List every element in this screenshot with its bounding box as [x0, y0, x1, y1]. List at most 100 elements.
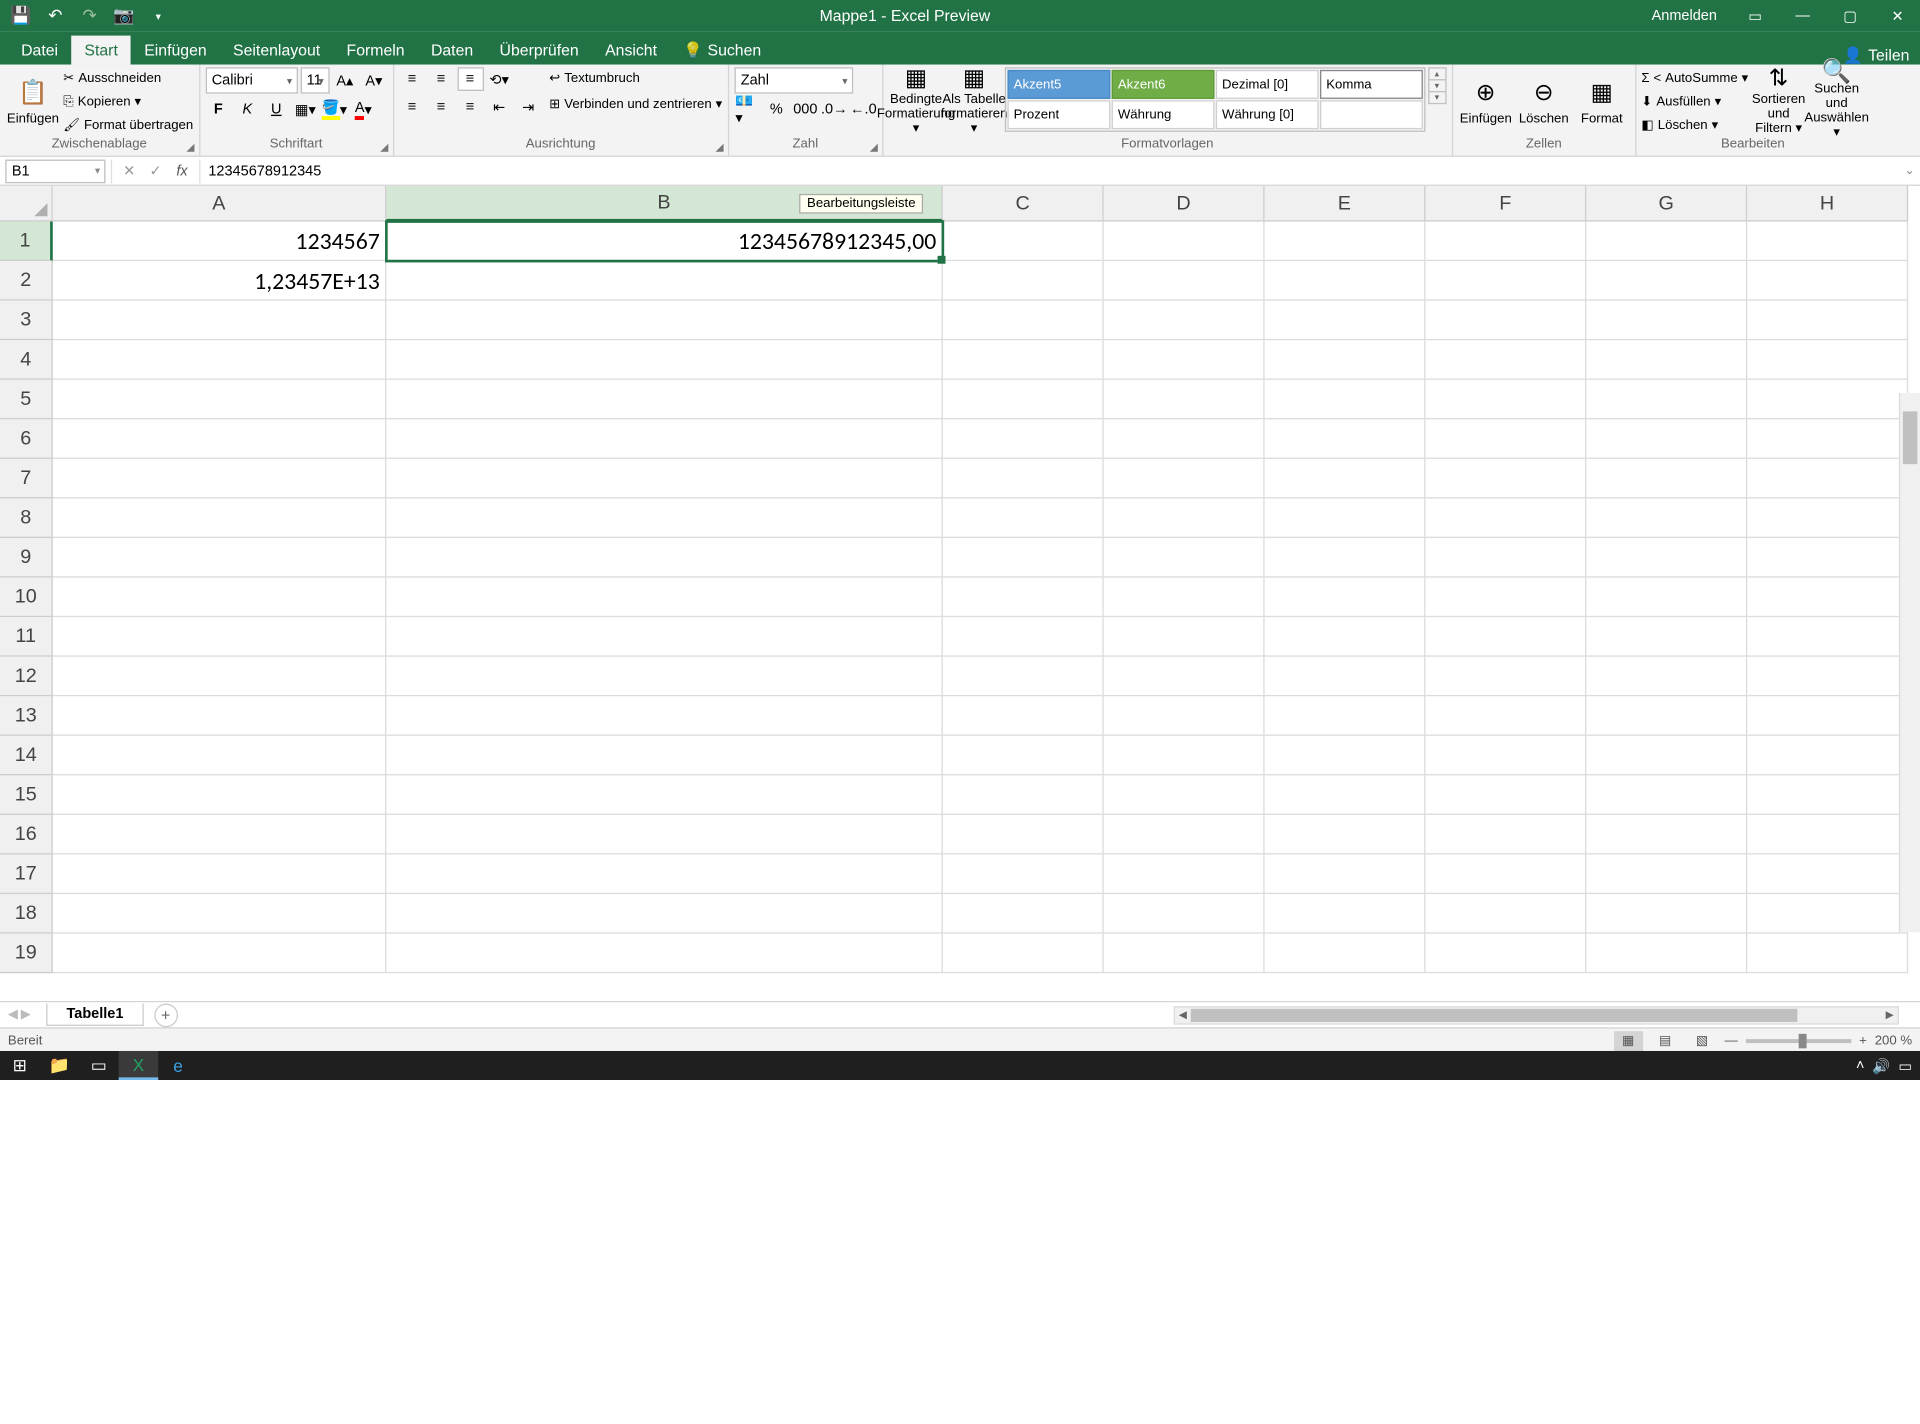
cell[interactable]	[53, 301, 387, 341]
row-header[interactable]: 19	[0, 934, 53, 974]
normal-view-icon[interactable]: ▦	[1614, 1031, 1643, 1052]
cell[interactable]	[386, 894, 942, 934]
border-icon[interactable]: ▦▾	[292, 98, 318, 122]
style-dezimal0[interactable]: Dezimal [0]	[1215, 70, 1318, 99]
column-header[interactable]: H	[1747, 186, 1908, 222]
cell[interactable]	[1104, 419, 1265, 459]
row-header[interactable]: 10	[0, 578, 53, 618]
cell[interactable]	[53, 657, 387, 697]
format-as-table-button[interactable]: ▦ Als Tabelleformatieren ▾	[946, 67, 1001, 136]
style-prozent[interactable]: Prozent	[1007, 100, 1110, 129]
decrease-font-icon[interactable]: A▾	[361, 69, 387, 93]
cell[interactable]	[1104, 657, 1265, 697]
row-header[interactable]: 4	[0, 340, 53, 380]
cell[interactable]	[1425, 538, 1586, 578]
volume-icon[interactable]: 🔊	[1872, 1057, 1890, 1074]
cell[interactable]	[1265, 261, 1426, 301]
scroll-right-icon[interactable]: ▶	[1882, 1007, 1898, 1023]
redo-icon[interactable]: ↷	[76, 3, 102, 29]
cell[interactable]	[1265, 894, 1426, 934]
cell[interactable]	[53, 498, 387, 538]
column-header[interactable]: E	[1265, 186, 1426, 222]
cell[interactable]	[53, 538, 387, 578]
align-left-icon[interactable]: ≡	[399, 95, 425, 119]
decrease-indent-icon[interactable]: ⇤	[486, 95, 512, 119]
cell[interactable]	[943, 538, 1104, 578]
cell[interactable]	[1425, 498, 1586, 538]
font-name-combo[interactable]: Calibri	[205, 67, 297, 93]
number-format-combo[interactable]: Zahl	[734, 67, 853, 93]
row-header[interactable]: 9	[0, 538, 53, 578]
vertical-scrollbar[interactable]	[1899, 393, 1920, 932]
cell[interactable]	[1747, 222, 1908, 262]
row-header[interactable]: 2	[0, 261, 53, 301]
cell[interactable]	[1586, 419, 1747, 459]
cell[interactable]	[1265, 617, 1426, 657]
dialog-launcher-icon[interactable]: ◢	[870, 141, 878, 153]
cell[interactable]	[943, 894, 1104, 934]
cell[interactable]	[1104, 222, 1265, 262]
align-right-icon[interactable]: ≡	[457, 95, 483, 119]
orientation-icon[interactable]: ⟲▾	[486, 67, 512, 91]
cell[interactable]	[1265, 380, 1426, 420]
cell[interactable]	[53, 775, 387, 815]
cell[interactable]	[1425, 775, 1586, 815]
cell[interactable]	[1586, 815, 1747, 855]
zoom-out-icon[interactable]: —	[1725, 1034, 1738, 1049]
close-icon[interactable]: ✕	[1875, 0, 1920, 32]
cell[interactable]	[1747, 578, 1908, 618]
cell[interactable]	[1586, 617, 1747, 657]
paste-button[interactable]: 📋 Einfügen	[5, 67, 60, 136]
cell[interactable]	[1747, 894, 1908, 934]
cell[interactable]	[943, 736, 1104, 776]
cell[interactable]	[943, 261, 1104, 301]
tab-formeln[interactable]: Formeln	[333, 36, 417, 65]
cell[interactable]	[386, 736, 942, 776]
insert-cells-button[interactable]: ⊕Einfügen	[1458, 67, 1513, 136]
cell[interactable]	[1747, 815, 1908, 855]
cell[interactable]	[1104, 578, 1265, 618]
cell[interactable]	[1747, 261, 1908, 301]
cell[interactable]	[386, 855, 942, 895]
cell[interactable]	[386, 301, 942, 341]
ribbon-options-icon[interactable]: ▭	[1733, 0, 1778, 32]
cell[interactable]	[1265, 736, 1426, 776]
cell[interactable]	[53, 380, 387, 420]
style-empty[interactable]	[1320, 100, 1423, 129]
horizontal-scrollbar[interactable]: ◀ ▶	[1174, 1005, 1899, 1023]
tab-einfuegen[interactable]: Einfügen	[131, 36, 220, 65]
cell[interactable]	[1265, 538, 1426, 578]
sheet-nav-prev-icon[interactable]: ◀	[8, 1007, 18, 1022]
cell[interactable]	[1265, 301, 1426, 341]
cell[interactable]	[1747, 380, 1908, 420]
row-header[interactable]: 8	[0, 498, 53, 538]
align-bottom-icon[interactable]: ≡	[457, 67, 483, 91]
cell[interactable]	[53, 340, 387, 380]
scroll-left-icon[interactable]: ◀	[1175, 1007, 1191, 1023]
cell[interactable]	[386, 815, 942, 855]
page-break-view-icon[interactable]: ▧	[1688, 1031, 1717, 1052]
cell[interactable]	[1586, 657, 1747, 697]
tab-suchen[interactable]: 💡 Suchen	[670, 36, 774, 65]
start-menu-icon[interactable]: ⊞	[0, 1051, 40, 1080]
cell[interactable]	[53, 736, 387, 776]
tab-daten[interactable]: Daten	[418, 36, 487, 65]
percent-icon[interactable]: %	[763, 98, 789, 122]
cell[interactable]	[53, 894, 387, 934]
cell[interactable]	[1425, 578, 1586, 618]
font-color-icon[interactable]: A▾	[350, 98, 376, 122]
cell[interactable]	[53, 696, 387, 736]
cell[interactable]	[386, 538, 942, 578]
cell[interactable]	[1104, 340, 1265, 380]
cell[interactable]	[1104, 934, 1265, 974]
share-button[interactable]: Teilen	[1868, 46, 1909, 64]
row-header[interactable]: 3	[0, 301, 53, 341]
cell[interactable]	[943, 815, 1104, 855]
sheet-tab[interactable]: Tabelle1	[47, 1004, 144, 1026]
file-explorer-icon[interactable]: 📁	[40, 1051, 80, 1080]
cell[interactable]	[386, 419, 942, 459]
page-layout-view-icon[interactable]: ▤	[1651, 1031, 1680, 1052]
copy-button[interactable]: ⎘Kopieren ▾	[63, 91, 193, 113]
formula-input[interactable]: 12345678912345	[200, 159, 1898, 183]
cell[interactable]	[1586, 894, 1747, 934]
